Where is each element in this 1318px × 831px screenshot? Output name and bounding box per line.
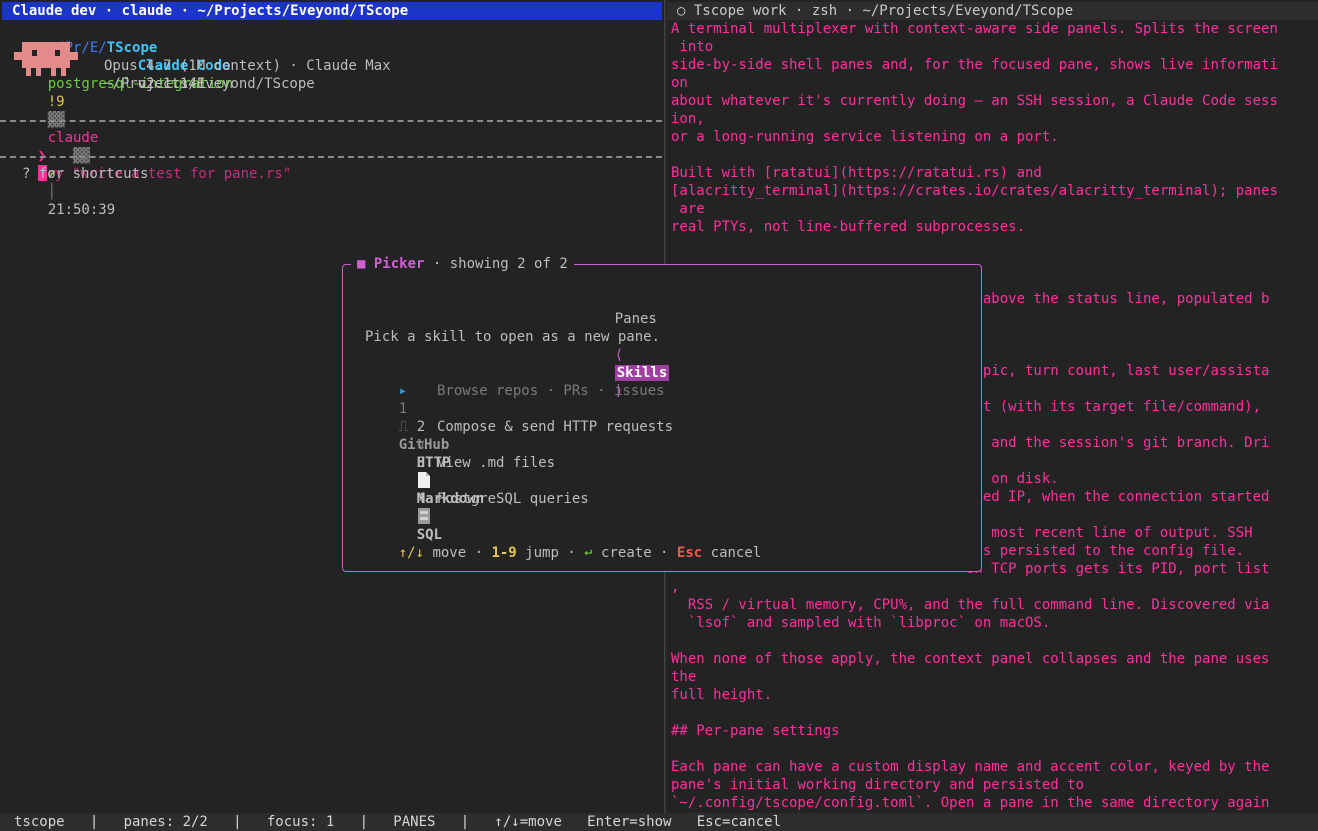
tab-left-bracket: ⟨	[614, 347, 624, 363]
readme-line: When none of those apply, the context pa…	[671, 651, 1270, 667]
readme-line: Built with [ratatui](https://ratatui.rs)…	[671, 165, 1042, 181]
readme-line: ,	[671, 579, 680, 595]
shortcuts-hint: ? for shortcuts	[22, 166, 149, 182]
picker-dialog[interactable]: ■ Picker · showing 2 of 2 Panes ⟨ Skills…	[342, 255, 982, 572]
shell-prompt-line: ~/Pr/E/TScope │ postgresql-integration !…	[14, 21, 233, 218]
readme-line: side-by-side shell panes and, for the fo…	[671, 57, 1278, 73]
skill-item-sql[interactable]: 4 SQL	[383, 472, 442, 543]
picker-marker-icon: ■	[357, 256, 366, 272]
skill-number: 4	[416, 491, 426, 507]
readme-line: `~/.config/tscope/config.toml`. Open a p…	[671, 795, 1270, 811]
tab-skills[interactable]: Skills	[614, 365, 670, 381]
clock: 21:50:39	[47, 202, 116, 218]
jump-keys: 1-9	[491, 545, 517, 561]
move-label: move ·	[424, 545, 492, 561]
readme-line: into	[671, 39, 714, 55]
readme-line: ## Per-pane settings	[671, 723, 840, 739]
prompt-input[interactable]: ❯ ry "write a test for pane.rs"	[4, 129, 291, 182]
readme-line: on	[671, 75, 688, 91]
skill-desc: Browse repos · PRs · issues	[437, 383, 665, 399]
prompt-separator: │	[47, 184, 57, 200]
create-label: create ·	[592, 545, 677, 561]
skill-number: 2	[416, 419, 426, 435]
git-changes: !9	[47, 94, 65, 110]
readme-line: ion,	[671, 111, 705, 127]
picker-instruction: Pick a skill to open as a new pane.	[365, 329, 661, 345]
picker-footer: ↑/↓ move · 1-9 jump · ↩ create · Esc can…	[365, 526, 762, 561]
right-pane-title[interactable]: ○ Tscope work · zsh · ~/Projects/Eveyond…	[667, 2, 1318, 20]
enter-icon: ↩	[584, 545, 593, 561]
left-pane-title-text: Claude dev · claude · ~/Projects/Eveyond…	[12, 3, 409, 19]
readme-line: full height.	[671, 687, 773, 703]
picker-title: ■ Picker · showing 2 of 2	[351, 255, 574, 273]
jump-label: jump ·	[516, 545, 585, 561]
readme-line: [alacritty_terminal](https://crates.io/c…	[671, 183, 1278, 199]
right-pane-title-text: ○ Tscope work · zsh · ~/Projects/Eveyond…	[677, 3, 1074, 19]
picker-tabs: Panes ⟨ Skills ⟩	[581, 292, 670, 399]
readme-line: or a long-running service listening on a…	[671, 129, 1059, 145]
readme-line: real PTYs, not line-buffered subprocesse…	[671, 219, 1026, 235]
divider	[0, 120, 662, 122]
model-info: Opus 4.7 (1M context) · Claude Max	[104, 58, 391, 74]
skill-desc: PostgreSQL queries	[437, 491, 589, 507]
cwd-info: ~/Projects/Eveyond/TScope	[104, 76, 315, 92]
readme-line: pane's initial working directory and per…	[671, 777, 1085, 793]
move-keys: ↑/↓	[398, 545, 425, 561]
readme-line: A terminal multiplexer with context-awar…	[671, 21, 1278, 37]
skill-desc: View .md files	[437, 455, 556, 471]
readme-line: are	[671, 201, 705, 217]
database-cabinet-icon	[417, 508, 430, 524]
tab-panes[interactable]: Panes	[615, 311, 657, 327]
left-pane-title[interactable]: Claude dev · claude · ~/Projects/Eveyond…	[2, 2, 662, 20]
skill-item-github[interactable]: ▸ 1 ⎍ GitHub	[365, 364, 450, 453]
skill-item-markdown[interactable]: 3 Markdown	[383, 436, 484, 507]
readme-line: Each pane can have a custom display name…	[671, 759, 1270, 775]
banner-app-line: Claude Code v2.1.141	[104, 39, 231, 92]
esc-key: Esc	[676, 545, 703, 561]
readme-line: `lsof` and sampled with `libproc` on mac…	[671, 615, 1051, 631]
skill-item-http[interactable]: 2 ↯ HTTP	[383, 400, 451, 471]
skill-number: 3	[416, 455, 426, 471]
picker-name: Picker	[373, 256, 425, 272]
status-bar: tscope | panes: 2/2 | focus: 1 | PANES |…	[0, 813, 1318, 831]
divider	[0, 156, 662, 158]
picker-subtitle: · showing 2 of 2	[424, 256, 568, 272]
cancel-label: cancel	[702, 545, 762, 561]
readme-line: RSS / virtual memory, CPU%, and the full…	[671, 597, 1270, 613]
readme-line: the	[671, 669, 697, 685]
readme-line: about whatever it's currently doing — an…	[671, 93, 1278, 109]
skill-desc: Compose & send HTTP requests	[437, 419, 674, 435]
claude-mascot-icon	[14, 42, 78, 76]
selection-pointer-icon: ▸	[398, 383, 408, 399]
